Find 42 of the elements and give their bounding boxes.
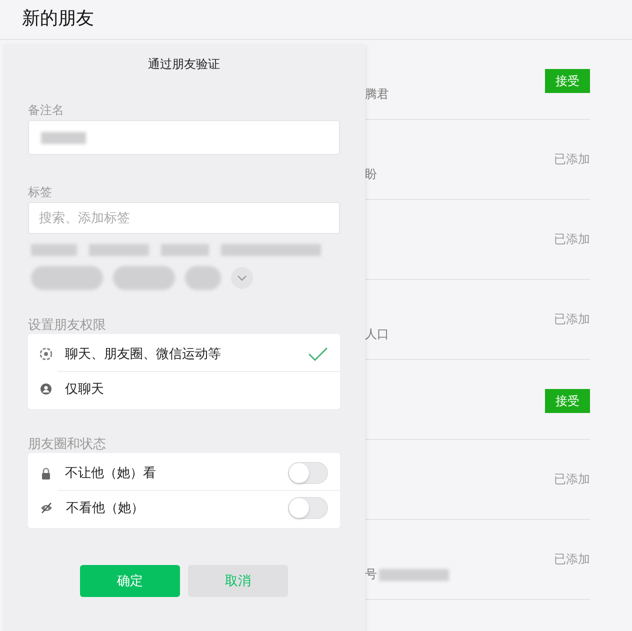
redacted-tag xyxy=(113,266,175,290)
status-label: 已添加 xyxy=(554,151,590,168)
cancel-button[interactable]: 取消 xyxy=(188,565,288,597)
confirm-button[interactable]: 确定 xyxy=(80,565,180,597)
field-label: 备注名 xyxy=(28,103,64,117)
status-label: 已添加 xyxy=(554,231,590,248)
expand-button[interactable] xyxy=(231,267,253,289)
aperture-icon xyxy=(40,348,52,360)
redacted-tag xyxy=(89,244,149,256)
remark-field[interactable] xyxy=(28,120,340,155)
status-label: 已添加 xyxy=(554,471,590,488)
request-subtitle: 人口 xyxy=(365,326,389,343)
person-icon xyxy=(40,383,52,395)
field-label: 标签 xyxy=(28,185,52,199)
redacted-tag xyxy=(31,244,77,256)
section-label: 朋友圈和状态 xyxy=(28,437,106,452)
permission-option[interactable]: 仅聊天 xyxy=(58,371,340,406)
permission-option[interactable]: 聊天、朋友圈、微信运动等 xyxy=(28,337,340,371)
request-subtitle: 号 xyxy=(365,566,377,583)
accept-button[interactable]: 接受 xyxy=(545,389,590,413)
page-title: 新的朋友 xyxy=(22,8,94,29)
section-label: 设置朋友权限 xyxy=(28,318,106,333)
redacted-text xyxy=(41,132,86,144)
status-label: 已添加 xyxy=(554,551,590,568)
request-subtitle: 盼 xyxy=(365,166,377,183)
redacted-text xyxy=(379,568,449,580)
dialog-title: 通过朋友验证 xyxy=(148,57,220,71)
chevron-down-icon xyxy=(237,275,247,281)
request-subtitle: 腾君 xyxy=(365,86,389,103)
status-label: 已添加 xyxy=(554,311,590,328)
toggle-switch[interactable] xyxy=(288,462,328,484)
toggle-label: 不让他（她）看 xyxy=(65,465,157,482)
accept-button[interactable]: 接受 xyxy=(545,69,590,93)
toggle-label: 不看他（她） xyxy=(66,500,145,517)
redacted-tag xyxy=(185,266,221,290)
redacted-tag xyxy=(161,244,209,256)
tag-search-field[interactable]: 搜索、添加标签 xyxy=(28,202,340,234)
check-icon xyxy=(308,347,328,361)
lock-icon xyxy=(40,466,52,480)
toggle-switch[interactable] xyxy=(288,497,328,519)
hidden-eye-icon xyxy=(40,502,53,514)
redacted-tag xyxy=(31,266,103,290)
